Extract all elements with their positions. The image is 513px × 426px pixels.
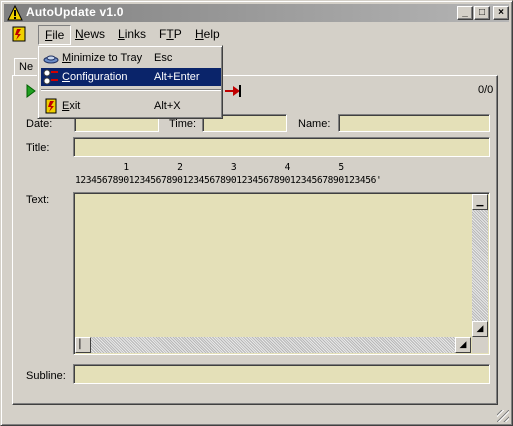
column-ruler-units: 1234567890123456789012345678901234567890… [75, 175, 382, 186]
minimize-label: inimize to Tray [71, 52, 143, 64]
menu-ftp[interactable]: FTP [159, 27, 182, 41]
resize-grip[interactable] [497, 410, 509, 422]
scroll-right-button[interactable]: ◢ [455, 337, 471, 353]
warning-icon [7, 5, 23, 21]
file-menu-dropdown: Minimize to Tray Esc Configuration Alt+E… [37, 45, 223, 119]
exit-shortcut: Alt+X [154, 100, 181, 112]
horizontal-scrollbar[interactable]: ▏ ◢ [75, 337, 471, 353]
time-label: Time: [169, 118, 197, 130]
maximize-button[interactable]: □ [474, 6, 490, 20]
play-arrow-icon[interactable] [26, 84, 36, 98]
menu-news-label: ews [83, 27, 106, 41]
configuration-icon [43, 69, 58, 85]
send-arrow-icon[interactable] [225, 85, 241, 97]
menu-file[interactable]: File [38, 25, 72, 45]
configuration-mnemonic: C [62, 71, 70, 83]
menu-separator [41, 89, 221, 91]
title-label: Title: [26, 142, 50, 154]
configuration-shortcut: Alt+Enter [154, 71, 200, 83]
subline-label: Subline: [26, 370, 66, 382]
title-field[interactable] [73, 137, 490, 157]
name-field[interactable] [338, 114, 490, 132]
menu-links-mnemonic: L [118, 27, 125, 41]
exit-label: xit [69, 100, 81, 112]
menu-help[interactable]: Help [195, 27, 220, 41]
menu-item-configuration[interactable]: Configuration Alt+Enter [41, 68, 221, 86]
date-label: Date: [26, 118, 53, 130]
vertical-scrollbar[interactable]: ▁ ◢ [472, 194, 488, 337]
text-label: Text: [26, 194, 50, 206]
menu-links[interactable]: Links [118, 27, 146, 41]
scroll-up-button[interactable]: ▁ [472, 194, 488, 210]
scroll-left-button[interactable]: ▏ [75, 337, 91, 353]
menu-links-label: inks [124, 27, 147, 41]
exit-icon [45, 98, 57, 114]
menu-news[interactable]: News [75, 27, 105, 41]
scroll-corner [472, 337, 488, 353]
configuration-label: onfiguration [69, 71, 128, 83]
menu-news-mnemonic: N [75, 27, 84, 41]
subline-field[interactable] [73, 364, 490, 384]
app-window: AutoUpdate v1.0 _ □ × File News Links FT… [0, 0, 513, 426]
minimize-button[interactable]: _ [457, 6, 473, 20]
menu-file-label: ile [52, 28, 65, 42]
window-title: AutoUpdate v1.0 [26, 5, 124, 19]
menu-ftp-label: P [173, 27, 182, 41]
close-button[interactable]: × [493, 6, 509, 20]
app-icon[interactable] [12, 26, 26, 42]
column-ruler-tens: 1 2 3 4 5 [75, 162, 344, 173]
menu-bar: File News Links FTP Help [4, 24, 509, 45]
text-area[interactable]: ▁ ◢ ▏ ◢ [73, 192, 490, 355]
item-counter: 0/0 [478, 84, 494, 96]
menu-item-minimize-to-tray[interactable]: Minimize to Tray Esc [41, 49, 221, 67]
minimize-shortcut: Esc [154, 52, 173, 64]
menu-help-mnemonic: H [195, 27, 204, 41]
name-label: Name: [298, 118, 331, 130]
scroll-down-button[interactable]: ◢ [472, 321, 488, 337]
menu-item-exit[interactable]: Exit Alt+X [41, 97, 221, 115]
menu-ftp-mnemonic: T [166, 27, 174, 41]
menu-help-label: elp [203, 27, 220, 41]
tray-icon [43, 55, 59, 64]
title-bar[interactable]: AutoUpdate v1.0 _ □ × [4, 4, 509, 22]
minimize-mnemonic: M [62, 52, 72, 64]
